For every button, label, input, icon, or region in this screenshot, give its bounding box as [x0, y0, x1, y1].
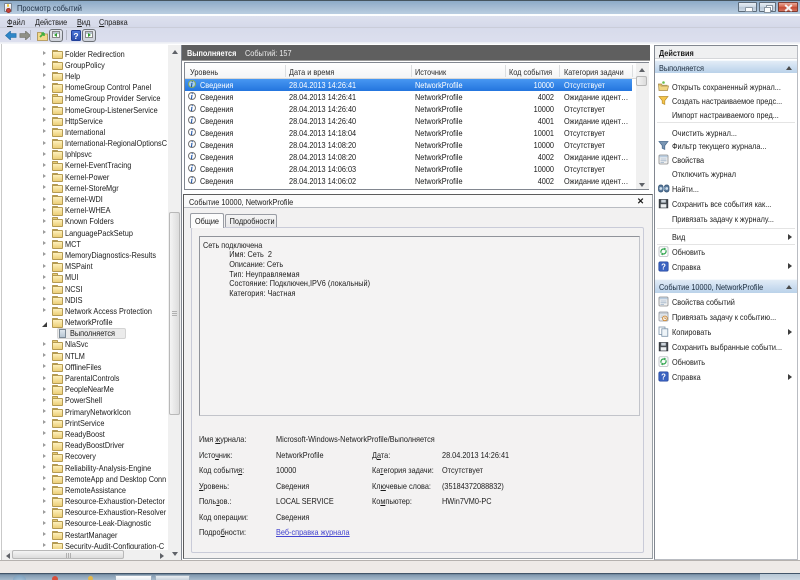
svg-text:?: ? [661, 262, 666, 271]
svg-text:?: ? [661, 372, 666, 381]
